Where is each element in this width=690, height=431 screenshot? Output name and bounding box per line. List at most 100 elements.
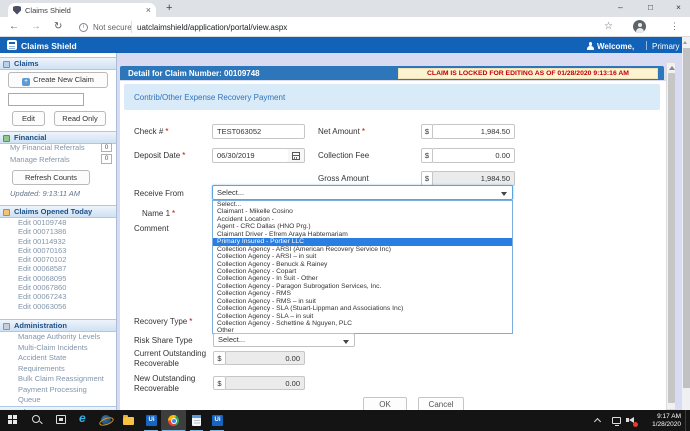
- financial-link-row[interactable]: My Financial Referrals 0: [10, 142, 114, 154]
- collection-fee-input[interactable]: [432, 148, 515, 163]
- forward-icon[interactable]: →: [31, 21, 41, 32]
- section-header-strip: Contrib/Other Expense Recovery Payment: [124, 84, 660, 110]
- claim-edit-link[interactable]: Edit 00109748: [18, 218, 114, 227]
- receive-from-option[interactable]: Collection Agency - Benuck & Rainey: [213, 261, 512, 268]
- scroll-up-icon[interactable]: [668, 66, 675, 70]
- receive-from-option[interactable]: Primary Insured - Portier LLC: [213, 238, 512, 246]
- new-tab-button[interactable]: +: [166, 2, 172, 14]
- globe-app-icon[interactable]: [101, 415, 111, 425]
- claim-edit-link[interactable]: Edit 00068587: [18, 264, 114, 273]
- bookmark-star-icon[interactable]: ☆: [604, 21, 613, 32]
- window-close-button[interactable]: ×: [676, 2, 681, 12]
- receive-from-option[interactable]: Select...: [213, 201, 512, 208]
- network-icon[interactable]: [612, 417, 621, 426]
- sidebar-section-claims-opened-today[interactable]: Claims Opened Today: [0, 205, 116, 218]
- receive-from-option[interactable]: Collection Agency - Paragon Subrogation …: [213, 283, 512, 290]
- net-amount-input[interactable]: [432, 124, 515, 139]
- claim-edit-link[interactable]: Edit 00067243: [18, 292, 114, 301]
- administration-link[interactable]: Bulk Claim Reassignment: [18, 374, 106, 385]
- receive-from-option[interactable]: Accident Location -: [213, 216, 512, 223]
- receive-from-option[interactable]: Collection Agency - RMS – in suit: [213, 298, 512, 305]
- browser-menu-icon[interactable]: ⋮: [670, 21, 679, 32]
- edit-button[interactable]: Edit: [12, 111, 45, 126]
- reload-icon[interactable]: ↻: [54, 21, 62, 32]
- file-explorer-icon[interactable]: [123, 415, 134, 425]
- administration-link[interactable]: Multi-Claim Incidents: [18, 343, 106, 354]
- not-secure-label[interactable]: Not secure: [93, 23, 132, 32]
- claims-today-section-title: Claims Opened Today: [14, 207, 93, 216]
- claim-edit-link[interactable]: Edit 00114932: [18, 237, 114, 246]
- receive-from-option[interactable]: Claimant - Mikelle Cosino: [213, 208, 512, 215]
- content-scrollbar[interactable]: [666, 62, 676, 410]
- sidebar-section-claims[interactable]: Claims: [0, 57, 116, 70]
- receive-from-option[interactable]: Collection Agency - Copart: [213, 268, 512, 275]
- claim-edit-link[interactable]: Edit 00068095: [18, 274, 114, 283]
- claim-edit-link[interactable]: Edit 00070102: [18, 255, 114, 264]
- window-maximize-button[interactable]: □: [648, 2, 653, 12]
- site-info-icon[interactable]: i: [79, 23, 88, 32]
- claim-edit-link[interactable]: Edit 00067860: [18, 283, 114, 292]
- browser-profile-avatar[interactable]: [633, 20, 646, 33]
- read-only-button[interactable]: Read Only: [54, 111, 106, 126]
- chrome-icon[interactable]: [168, 415, 179, 426]
- receive-from-option[interactable]: Collection Agency - SLA – in suit: [213, 313, 512, 320]
- scrollbar-thumb[interactable]: [667, 73, 675, 403]
- claim-edit-link[interactable]: Edit 00071386: [18, 227, 114, 236]
- start-button-icon[interactable]: [8, 415, 17, 424]
- deposit-date-input[interactable]: [212, 148, 289, 163]
- new-outstanding-input: [225, 376, 305, 390]
- receive-from-select[interactable]: Select...: [212, 185, 513, 200]
- chevron-down-icon: [343, 340, 349, 344]
- notepad-icon[interactable]: [192, 415, 201, 426]
- show-desktop-button[interactable]: [685, 410, 686, 431]
- receive-from-option[interactable]: Collection Agency - ARSI (American Recov…: [213, 246, 512, 253]
- comment-label: Comment: [134, 224, 169, 233]
- window-minimize-button[interactable]: –: [618, 2, 623, 12]
- receive-from-option[interactable]: Collection Agency - SLA (Stuart-Lippman …: [213, 305, 512, 312]
- administration-link[interactable]: Manage Authority Levels: [18, 332, 106, 343]
- back-icon[interactable]: ←: [9, 21, 19, 32]
- financial-link-row[interactable]: Manage Referrals 0: [10, 154, 114, 166]
- tray-expand-icon[interactable]: [593, 417, 602, 426]
- administration-link[interactable]: Accident State Requirements: [18, 353, 106, 374]
- claims-section-icon: [3, 60, 10, 68]
- app-title: Claims Shield: [21, 41, 77, 51]
- claim-search-input[interactable]: [8, 93, 84, 106]
- required-marker: *: [182, 151, 186, 160]
- scrollbar-thumb[interactable]: [682, 48, 690, 388]
- url-text[interactable]: uatclaimshield/application/portal/view.a…: [137, 23, 287, 32]
- create-new-claim-button[interactable]: + Create New Claim: [8, 72, 108, 88]
- risk-share-type-select[interactable]: Select...: [213, 333, 355, 347]
- claim-edit-link[interactable]: Edit 00070163: [18, 246, 114, 255]
- url-divider: [131, 21, 132, 33]
- receive-from-option[interactable]: Collection Agency - Schettine & Nguyen, …: [213, 320, 512, 327]
- receive-from-option[interactable]: Collection Agency - ARSI – in suit: [213, 253, 512, 260]
- scroll-up-icon[interactable]: [683, 41, 687, 44]
- receive-from-option[interactable]: Collection Agency - In Suit - Other: [213, 275, 512, 282]
- receive-from-option[interactable]: Claimant Driver - Efrem Araya Habtemaria…: [213, 231, 512, 238]
- claim-detail-titlebar: Detail for Claim Number: 00109748 CLAIM …: [120, 66, 664, 80]
- task-view-icon[interactable]: [56, 415, 66, 424]
- name1-label: Name 1 *: [142, 209, 176, 218]
- receive-from-option[interactable]: Collection Agency - RMS: [213, 290, 512, 297]
- browser-addressbar: ← → ↻ i Not secure uatclaimshield/applic…: [0, 17, 690, 37]
- administration-link[interactable]: Payment Processing Queue: [18, 385, 106, 406]
- taskbar-clock[interactable]: 9:17 AM 1/28/2020: [641, 413, 681, 428]
- browser-scrollbar[interactable]: [682, 37, 690, 410]
- administration-section-title: Administration: [14, 321, 67, 330]
- check-number-input[interactable]: [212, 124, 305, 139]
- taskbar-search-icon[interactable]: [32, 415, 40, 423]
- tab-close-icon[interactable]: ×: [146, 5, 151, 15]
- plus-icon: +: [22, 78, 31, 86]
- uipath-icon[interactable]: Ui: [146, 415, 157, 426]
- receive-from-option[interactable]: Agent - CRC Dallas (HNO Prg.): [213, 223, 512, 230]
- internet-explorer-icon[interactable]: e: [79, 411, 86, 425]
- primary-user-link[interactable]: Primary: [652, 42, 680, 51]
- claims-today-section-icon: [3, 208, 10, 216]
- refresh-counts-button[interactable]: Refresh Counts: [12, 170, 90, 185]
- claim-edit-link[interactable]: Edit 00063056: [18, 302, 114, 311]
- uipath-2-icon[interactable]: Ui: [212, 415, 223, 426]
- sidebar-section-administration[interactable]: Administration: [0, 319, 116, 332]
- calendar-button[interactable]: [288, 148, 305, 163]
- browser-tab[interactable]: Claims Shield ×: [8, 3, 156, 17]
